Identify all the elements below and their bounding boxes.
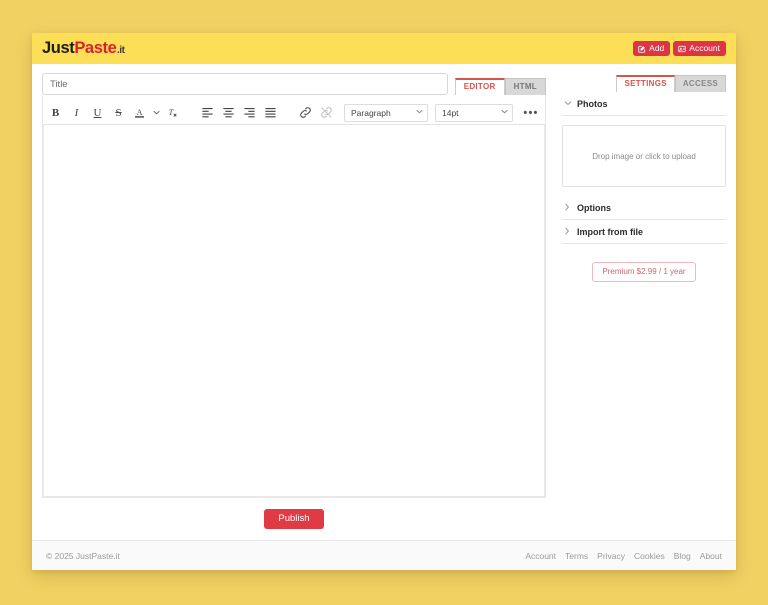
chevron-right-icon [564,227,572,237]
footer-link-account[interactable]: Account [525,551,556,561]
font-size-value: 14pt [442,108,459,118]
tab-editor[interactable]: EDITOR [455,78,505,95]
strikethrough-icon[interactable]: S [108,102,129,123]
underline-icon[interactable]: U [87,102,108,123]
align-left-icon[interactable] [197,102,218,123]
section-photos[interactable]: Photos [562,92,726,116]
editor-content-area[interactable] [43,125,545,497]
account-button-label: Account [689,44,720,53]
app-window: JustPaste.it Add [32,33,736,570]
chevron-right-icon [564,203,572,213]
publish-row: Publish [42,498,546,540]
app-footer: © 2025 JustPaste.it Account Terms Privac… [32,540,736,570]
footer-copyright: © 2025 JustPaste.it [46,551,120,561]
logo-part-just: Just [42,40,74,57]
add-button-label: Add [649,44,664,53]
logo[interactable]: JustPaste.it [42,40,125,57]
header-actions: Add Account [633,41,726,56]
editor-column: EDITOR HTML B I U S [32,64,556,540]
clear-formatting-icon[interactable]: T [162,102,183,123]
paragraph-style-select[interactable]: Paragraph [344,104,428,122]
italic-icon[interactable]: I [66,102,87,123]
app-header: JustPaste.it Add [32,33,736,64]
editor-mode-tabs: EDITOR HTML [455,76,546,95]
chevron-down-icon [501,109,508,116]
align-justify-icon[interactable] [260,102,281,123]
editor-frame: B I U S A [42,95,546,498]
chevron-down-icon [416,109,423,116]
remove-link-icon[interactable] [316,102,337,123]
tab-html[interactable]: HTML [505,78,546,95]
add-button[interactable]: Add [633,41,670,56]
bold-icon[interactable]: B [45,102,66,123]
title-input[interactable] [42,73,448,95]
section-photos-label: Photos [577,99,608,109]
logo-part-it: .it [117,46,125,56]
svg-text:A: A [137,108,143,117]
section-options-label: Options [577,203,611,213]
section-import-from-file[interactable]: Import from file [562,220,726,244]
insert-link-icon[interactable] [295,102,316,123]
footer-link-privacy[interactable]: Privacy [597,551,625,561]
section-import-label: Import from file [577,227,643,237]
paragraph-style-value: Paragraph [351,108,391,118]
pencil-square-icon [638,45,646,53]
footer-link-terms[interactable]: Terms [565,551,588,561]
footer-link-about[interactable]: About [700,551,722,561]
title-row: EDITOR HTML [42,73,546,95]
premium-button[interactable]: Premium $2.99 / 1 year [592,262,695,282]
editor-toolbar: B I U S A [43,101,545,125]
more-options-icon[interactable]: ••• [520,102,542,123]
tab-settings[interactable]: SETTINGS [616,75,674,92]
align-center-icon[interactable] [218,102,239,123]
app-body: EDITOR HTML B I U S [32,64,736,540]
user-card-icon [678,45,686,53]
tab-access[interactable]: ACCESS [675,75,726,92]
align-right-icon[interactable] [239,102,260,123]
footer-link-blog[interactable]: Blog [674,551,691,561]
font-size-select[interactable]: 14pt [435,104,513,122]
chevron-down-icon [564,100,572,108]
logo-part-paste: Paste [74,40,116,57]
footer-links: Account Terms Privacy Cookies Blog About [525,551,722,561]
section-options[interactable]: Options [562,196,726,220]
photo-dropzone[interactable]: Drop image or click to upload [562,125,726,187]
premium-row: Premium $2.99 / 1 year [562,244,726,282]
publish-button[interactable]: Publish [264,509,323,529]
svg-text:T: T [169,108,174,117]
account-button[interactable]: Account [673,41,726,56]
text-color-chevron-down-icon[interactable] [150,102,162,123]
text-color-icon[interactable]: A [129,102,150,123]
footer-link-cookies[interactable]: Cookies [634,551,665,561]
settings-sidebar: SETTINGS ACCESS Photos Drop image or cli… [556,64,736,540]
sidebar-tabs: SETTINGS ACCESS [562,73,726,92]
